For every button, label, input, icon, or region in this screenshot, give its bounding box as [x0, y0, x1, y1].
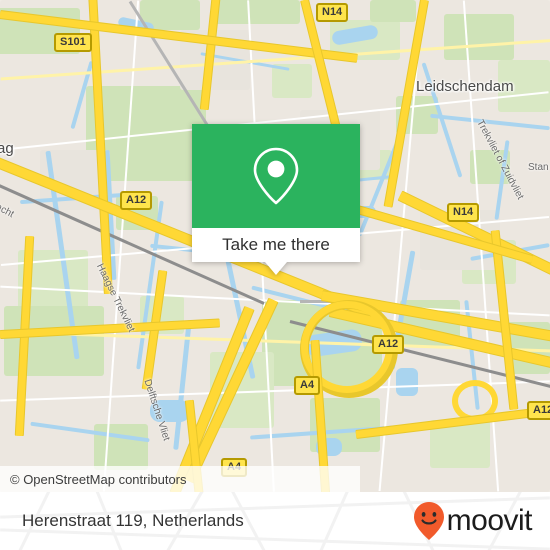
highway-shield-a12: A12	[527, 401, 550, 420]
highway-shield-n14: N14	[447, 203, 480, 222]
take-me-there-button[interactable]: Take me there	[192, 228, 360, 262]
callout-icon-area	[192, 124, 360, 228]
highway-shield-a4: A4	[294, 376, 321, 395]
map-attribution[interactable]: © OpenStreetMap contributors	[0, 466, 360, 492]
landuse-park	[214, 0, 300, 24]
address-label: Herenstraat 119, Netherlands	[22, 511, 244, 530]
map-place-label: ag	[0, 140, 14, 157]
landuse-park	[272, 64, 312, 98]
highway-shield-a12: A12	[120, 191, 153, 210]
footer-bar: Herenstraat 119, Netherlands moovit	[0, 492, 550, 550]
map-pin-icon	[253, 147, 299, 205]
location-callout-card[interactable]: Take me there	[192, 124, 360, 275]
highway-shield-s101: S101	[54, 33, 92, 52]
moovit-wordmark: moovit	[446, 504, 533, 537]
attribution-text: © OpenStreetMap contributors	[10, 471, 187, 487]
callout-pointer	[265, 262, 287, 275]
take-me-there-label: Take me there	[222, 235, 330, 254]
landuse-park	[370, 0, 416, 22]
moovit-logo[interactable]: moovit	[412, 501, 533, 541]
map-water-label: Stan	[528, 162, 549, 173]
highway-shield-n14: N14	[316, 3, 349, 22]
water-body	[396, 368, 418, 396]
highway-shield-a12: A12	[372, 335, 405, 354]
landuse-park	[444, 14, 514, 60]
moovit-smiley-pin-icon	[413, 502, 444, 540]
moovit-map-screenshot: Leidschendam ag Haagse Trekvliet Delftsc…	[0, 0, 550, 550]
map-canvas[interactable]: Leidschendam ag Haagse Trekvliet Delftsc…	[0, 0, 550, 492]
map-place-label: Leidschendam	[416, 78, 514, 95]
